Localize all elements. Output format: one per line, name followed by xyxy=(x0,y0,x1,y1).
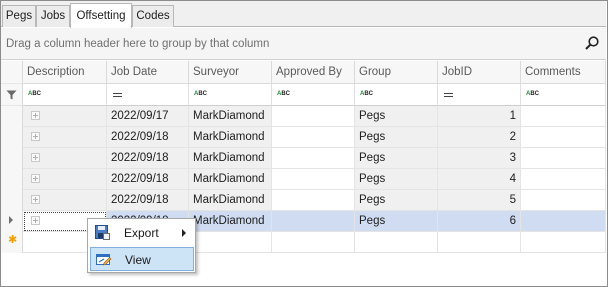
approved-by-cell[interactable] xyxy=(272,190,355,211)
row-indicator-column xyxy=(1,106,23,253)
menu-item-export[interactable]: Export xyxy=(90,221,194,245)
new-row-cell[interactable] xyxy=(189,232,272,253)
tab-codes[interactable]: Codes xyxy=(132,5,174,27)
column-header-description[interactable]: Description xyxy=(23,61,107,84)
expand-icon[interactable] xyxy=(31,174,40,183)
jobid-cell[interactable]: 2 xyxy=(438,127,521,148)
text-filter-icon: ABC xyxy=(194,91,208,97)
job-date-cell[interactable]: 2022/09/18 xyxy=(107,190,189,211)
filter-row-indicator xyxy=(1,84,23,106)
tab-strip: Pegs Jobs Offsetting Codes xyxy=(1,1,606,28)
column-header-approved-by[interactable]: Approved By xyxy=(272,61,355,84)
new-row-cell[interactable] xyxy=(272,232,355,253)
export-icon xyxy=(95,225,110,240)
text-filter-icon: ABC xyxy=(28,91,42,97)
filter-approved-by[interactable]: ABC xyxy=(272,84,355,106)
column-header-jobid[interactable]: JobID xyxy=(438,61,521,84)
jobid-cell[interactable]: 4 xyxy=(438,169,521,190)
comments-cell[interactable] xyxy=(521,190,606,211)
job-date-cell[interactable]: 2022/09/18 xyxy=(107,169,189,190)
menu-item-view[interactable]: View xyxy=(90,247,194,271)
new-row-cell[interactable] xyxy=(355,232,438,253)
filter-description[interactable]: ABC xyxy=(23,84,107,106)
group-cell[interactable]: Pegs xyxy=(355,106,438,127)
group-by-hint: Drag a column header here to group by th… xyxy=(6,38,270,50)
comments-cell[interactable] xyxy=(521,148,606,169)
filter-comments[interactable]: ABC xyxy=(521,84,606,106)
column-header-group[interactable]: Group xyxy=(355,61,438,84)
group-cell[interactable]: Pegs xyxy=(355,211,438,232)
filter-icon[interactable] xyxy=(6,90,17,100)
expand-icon[interactable] xyxy=(31,195,40,204)
jobid-cell[interactable]: 1 xyxy=(438,106,521,127)
menu-item-label: View xyxy=(125,253,151,267)
surveyor-cell[interactable]: MarkDiamond xyxy=(189,148,272,169)
header-indicator-cell xyxy=(1,61,23,84)
group-cell[interactable]: Pegs xyxy=(355,127,438,148)
submenu-arrow-icon xyxy=(182,229,186,237)
jobid-cell[interactable]: 5 xyxy=(438,190,521,211)
surveyor-cell[interactable]: MarkDiamond xyxy=(189,169,272,190)
tab-offsetting[interactable]: Offsetting xyxy=(70,3,132,28)
expand-icon[interactable] xyxy=(31,216,40,225)
expand-icon[interactable] xyxy=(31,132,40,141)
new-row-cell[interactable] xyxy=(438,232,521,253)
surveyor-cell[interactable]: MarkDiamond xyxy=(189,106,272,127)
filter-jobid[interactable] xyxy=(438,84,521,106)
description-cell[interactable] xyxy=(23,148,107,169)
approved-by-cell[interactable] xyxy=(272,211,355,232)
new-row-cell[interactable] xyxy=(521,232,606,253)
search-icon[interactable] xyxy=(584,35,600,51)
text-filter-icon: ABC xyxy=(526,91,540,97)
table-row[interactable]: 2022/09/18 MarkDiamond Pegs 5 xyxy=(23,190,606,211)
table-row[interactable]: 2022/09/17 MarkDiamond Pegs 1 xyxy=(23,106,606,127)
group-by-panel[interactable]: Drag a column header here to group by th… xyxy=(1,28,606,60)
filter-group[interactable]: ABC xyxy=(355,84,438,106)
approved-by-cell[interactable] xyxy=(272,148,355,169)
job-date-cell[interactable]: 2022/09/17 xyxy=(107,106,189,127)
column-header-surveyor[interactable]: Surveyor xyxy=(189,61,272,84)
approved-by-cell[interactable] xyxy=(272,106,355,127)
table-row[interactable]: 2022/09/18 MarkDiamond Pegs 2 xyxy=(23,127,606,148)
approved-by-cell[interactable] xyxy=(272,127,355,148)
expand-icon[interactable] xyxy=(31,111,40,120)
menu-item-label: Export xyxy=(124,226,159,240)
current-row-arrow-icon xyxy=(9,216,13,224)
table-row[interactable]: 2022/09/18 MarkDiamond Pegs 3 xyxy=(23,148,606,169)
description-cell[interactable] xyxy=(23,106,107,127)
surveyor-cell[interactable]: MarkDiamond xyxy=(189,211,272,232)
table-row[interactable]: 2022/09/18 MarkDiamond Pegs 4 xyxy=(23,169,606,190)
view-icon xyxy=(96,254,112,266)
jobid-cell[interactable]: 6 xyxy=(438,211,521,232)
expand-icon[interactable] xyxy=(31,153,40,162)
comments-cell[interactable] xyxy=(521,127,606,148)
filter-job-date[interactable] xyxy=(107,84,189,106)
surveyor-cell[interactable]: MarkDiamond xyxy=(189,127,272,148)
group-cell[interactable]: Pegs xyxy=(355,190,438,211)
surveyor-cell[interactable]: MarkDiamond xyxy=(189,190,272,211)
new-row-star-icon: ✱ xyxy=(8,234,18,246)
equals-filter-icon xyxy=(444,93,453,97)
group-cell[interactable]: Pegs xyxy=(355,169,438,190)
filter-surveyor[interactable]: ABC xyxy=(189,84,272,106)
column-header-comments[interactable]: Comments xyxy=(521,61,606,84)
comments-cell[interactable] xyxy=(521,211,606,232)
description-cell[interactable] xyxy=(23,190,107,211)
job-date-cell[interactable]: 2022/09/18 xyxy=(107,127,189,148)
tab-jobs[interactable]: Jobs xyxy=(36,5,70,27)
tab-pegs[interactable]: Pegs xyxy=(2,5,36,27)
text-filter-icon: ABC xyxy=(277,91,291,97)
comments-cell[interactable] xyxy=(521,169,606,190)
equals-filter-icon xyxy=(113,93,122,97)
context-menu: Export View xyxy=(87,218,196,273)
text-filter-icon: ABC xyxy=(360,91,374,97)
approved-by-cell[interactable] xyxy=(272,169,355,190)
job-date-cell[interactable]: 2022/09/18 xyxy=(107,148,189,169)
description-cell[interactable] xyxy=(23,169,107,190)
description-cell[interactable] xyxy=(23,127,107,148)
comments-cell[interactable] xyxy=(521,106,606,127)
jobid-cell[interactable]: 3 xyxy=(438,148,521,169)
column-header-job-date[interactable]: Job Date xyxy=(107,61,189,84)
group-cell[interactable]: Pegs xyxy=(355,148,438,169)
